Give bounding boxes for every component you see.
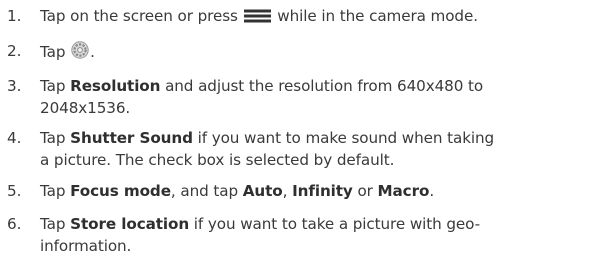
step-number: 3. — [7, 77, 22, 95]
step-line: Tap . — [40, 40, 600, 66]
text-segment: Tap — [40, 215, 71, 233]
bold-term: Store location — [70, 215, 190, 233]
text-segment: Tap — [40, 182, 71, 200]
text-segment: Tap — [40, 129, 71, 147]
text-segment: if you want to take a picture with geo- — [189, 215, 481, 233]
step-line: Tap on the screen or press while in the … — [40, 5, 600, 30]
step-text: Tap Resolution and adjust the resolution… — [40, 75, 600, 119]
text-segment: . — [429, 182, 435, 200]
text-segment: or — [352, 182, 378, 200]
step-line: Tap Focus mode, and tap Auto, Infinity o… — [40, 180, 600, 202]
step-line: 2048x1536. — [40, 99, 131, 117]
step-text: Tap Shutter Sound if you want to make so… — [40, 127, 600, 171]
step-number: 1. — [7, 7, 22, 25]
menu-icon — [243, 8, 273, 30]
step-text: Tap Store location if you want to take a… — [40, 213, 600, 257]
bold-term: Focus mode — [70, 182, 171, 200]
text-segment: while in the camera mode. — [272, 7, 478, 25]
step-number: 2. — [7, 42, 22, 60]
step-number: 5. — [7, 182, 22, 200]
text-segment: Tap — [40, 43, 71, 61]
step-line: a picture. The check box is selected by … — [40, 151, 395, 169]
text-segment: , — [282, 182, 293, 200]
step-text: Tap on the screen or press while in the … — [40, 5, 600, 30]
step-text: Tap Focus mode, and tap Auto, Infinity o… — [40, 180, 600, 202]
text-segment: if you want to make sound when taking — [192, 129, 495, 147]
step-line: Tap Store location if you want to take a… — [40, 213, 600, 235]
step-line: Tap Shutter Sound if you want to make so… — [40, 127, 600, 149]
step-line: Tap Resolution and adjust the resolution… — [40, 75, 600, 97]
settings-gear-icon — [70, 40, 90, 66]
step-number: 4. — [7, 129, 22, 147]
text-segment: . — [90, 43, 95, 61]
bold-term: Macro — [377, 182, 430, 200]
text-segment: , and tap — [170, 182, 243, 200]
bold-term: Auto — [242, 182, 283, 200]
text-segment: Tap — [40, 77, 71, 95]
step-text: Tap . — [40, 40, 600, 66]
bold-term: Resolution — [70, 77, 161, 95]
bold-term: Shutter Sound — [70, 129, 193, 147]
bold-term: Infinity — [292, 182, 353, 200]
step-number: 6. — [7, 215, 22, 233]
text-segment: Tap on the screen or press — [40, 7, 243, 25]
text-segment: and adjust the resolution from 640x480 t… — [160, 77, 484, 95]
step-line: information. — [40, 237, 132, 255]
